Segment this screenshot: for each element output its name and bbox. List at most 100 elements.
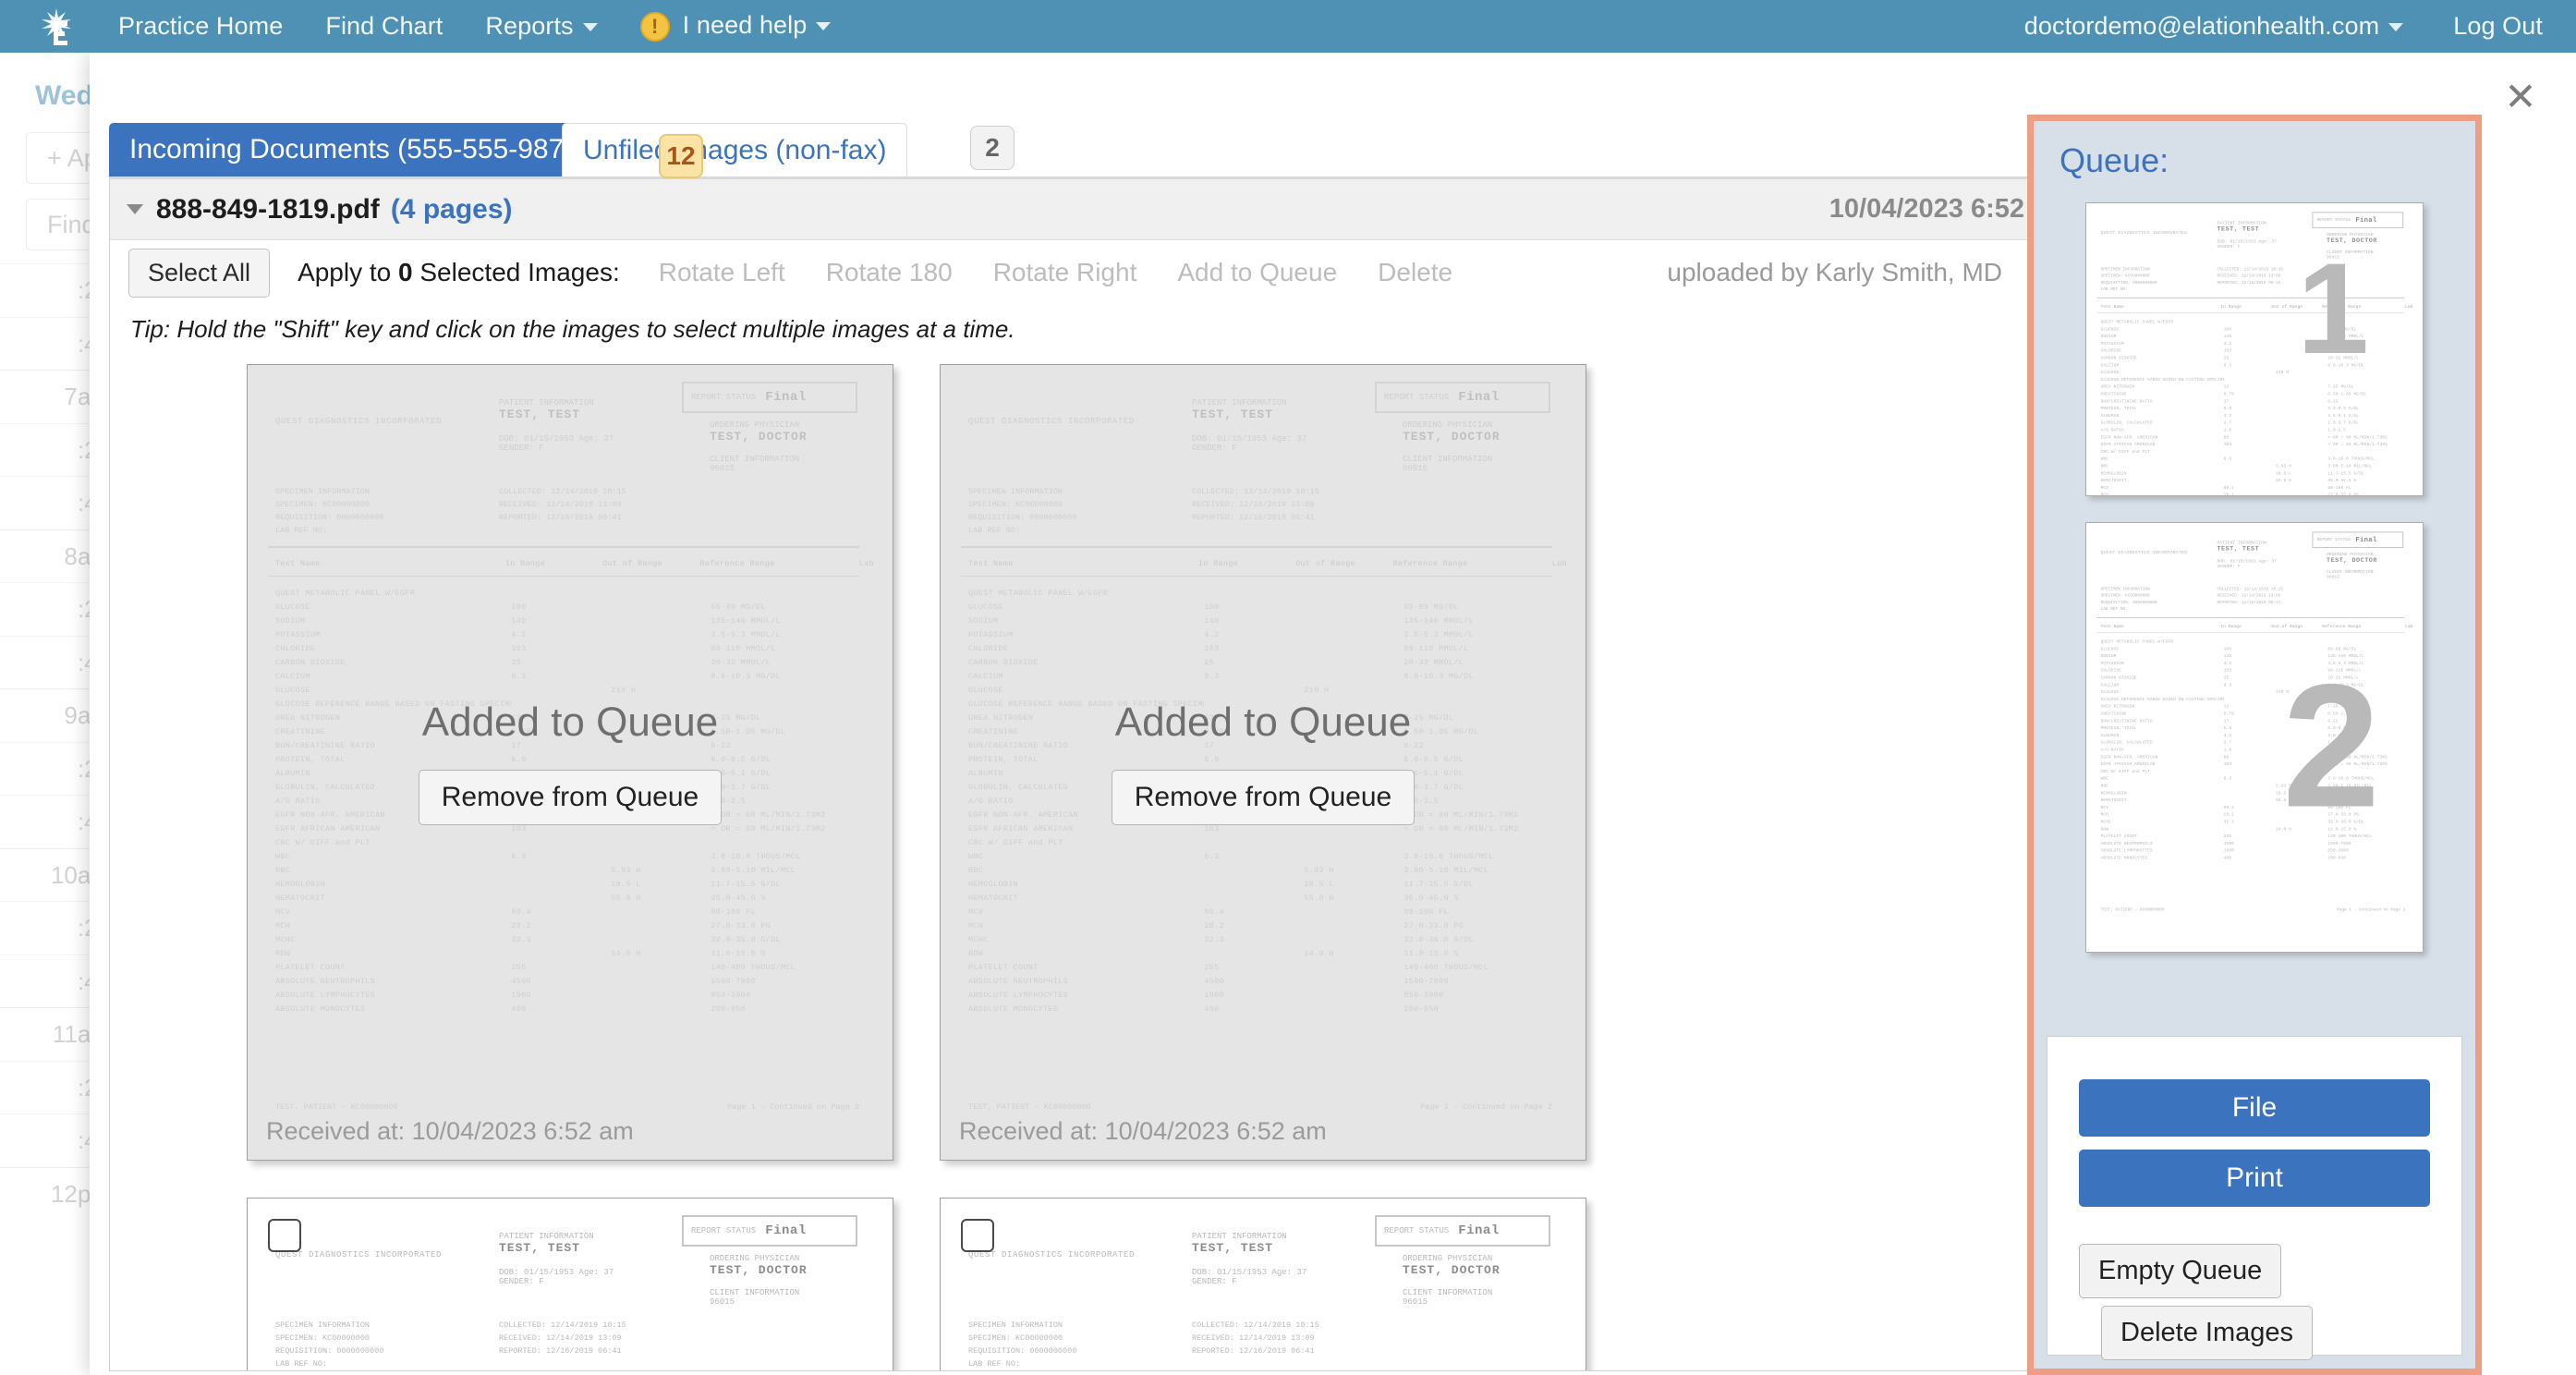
- report-patient-block: PATIENT INFORMATION TEST, TEST DOB: 01/1…: [499, 1232, 614, 1286]
- delete-images-button[interactable]: Delete Images: [2101, 1306, 2313, 1360]
- nav-link-find-chart[interactable]: Find Chart: [325, 12, 443, 41]
- collapse-triangle-icon[interactable]: [127, 204, 143, 214]
- report-reference-range: 6-22: [2327, 398, 2339, 404]
- tab-unfiled-images[interactable]: Unfiled Images (non-fax): [562, 123, 908, 176]
- report-ordering-block: ORDERING PHYSICIAN TEST, DOCTOR CLIENT I…: [2327, 552, 2377, 579]
- nav-link-i-need-help[interactable]: ! I need help: [639, 11, 832, 42]
- select-all-button[interactable]: Select All: [128, 248, 271, 298]
- report-collected-block: COLLECTED: 12/14/2019 10:15 RECEIVED: 12/…: [2217, 266, 2284, 286]
- report-in-range: [2224, 463, 2276, 470]
- report-test-name: EGFR AFRICAN AMERICAN: [2100, 761, 2156, 767]
- document-page-count[interactable]: (4 pages): [391, 194, 513, 225]
- report-out-of-range: [2276, 441, 2327, 448]
- report-patient-gender: GENDER: F: [2217, 564, 2241, 569]
- tab-incoming-documents[interactable]: Incoming Documents (555-555-9875): [109, 123, 609, 176]
- document-page-thumbnail[interactable]: QUEST DIAGNOSTICS INCORPORATED PATIENT I…: [247, 1198, 893, 1370]
- report-out-of-range: [2276, 456, 2327, 463]
- report-specimen-block: SPECIMEN INFORMATION SPECIMEN: KC00000000…: [2100, 266, 2157, 292]
- report-in-range: 6.3: [2223, 776, 2232, 782]
- report-test-name: A/G RATIO: [2100, 427, 2124, 433]
- elation-logo-icon[interactable]: [26, 6, 87, 47]
- close-icon[interactable]: ✕: [2500, 78, 2541, 119]
- account-menu[interactable]: doctordemo@elationhealth.com: [2024, 12, 2404, 41]
- report-out-of-range: [2276, 434, 2327, 442]
- report-test-name: QUEST METABOLIC PANEL W/EGFR: [2100, 639, 2174, 645]
- nav-link-reports[interactable]: Reports: [485, 12, 598, 41]
- rotate-left-button[interactable]: Rotate Left: [659, 258, 785, 287]
- report-reference-range: [2327, 448, 2412, 456]
- report-test-name: MCHC: [2100, 819, 2111, 825]
- remove-from-queue-button[interactable]: Remove from Queue: [418, 770, 723, 825]
- report-test-name: PROTEIN, TOTAL: [2100, 406, 2137, 411]
- delete-button[interactable]: Delete: [1378, 258, 1452, 287]
- document-page-thumbnail[interactable]: QUEST DIAGNOSTICS INCORPORATED PATIENT I…: [247, 364, 893, 1161]
- report-test-name: ABSOLUTE LYMPHOCYTES: [2100, 848, 2153, 854]
- document-page-thumbnail[interactable]: QUEST DIAGNOSTICS INCORPORATED PATIENT I…: [940, 1198, 1586, 1370]
- toolbar-actions: Rotate Left Rotate 180 Rotate Right Add …: [659, 258, 1493, 287]
- report-rule: [2096, 616, 2405, 618]
- page-preview: QUEST DIAGNOSTICS INCORPORATED PATIENT I…: [941, 1199, 1586, 1370]
- report-test-name: QUEST METABOLIC PANEL W/EGFR: [2100, 319, 2174, 325]
- report-collected-block: COLLECTED: 12/14/2019 10:15 RECEIVED: 12/…: [2217, 586, 2284, 605]
- report-row: EGFR NON-AFR. AMERICAN 89 > OR = 60 ML/MIN…: [2101, 434, 2413, 442]
- page-preview: QUEST DIAGNOSTICS INCORPORATED PATIENT I…: [248, 1199, 893, 1370]
- report-col-in-range: In Range: [2220, 624, 2242, 629]
- tab-incoming-documents-label: Incoming Documents (555-555-9875): [129, 134, 589, 164]
- tab-incoming-documents-badge: 12: [659, 134, 703, 178]
- file-button[interactable]: File: [2079, 1079, 2430, 1137]
- print-button[interactable]: Print: [2079, 1150, 2430, 1207]
- report-out-of-range: [2276, 427, 2327, 434]
- queue-thumbnail[interactable]: QUEST DIAGNOSTICS INCORPORATED PATIENT I…: [2085, 522, 2424, 953]
- report-test-name: EGFR NON-AFR. AMERICAN: [2100, 434, 2158, 440]
- report-col-lab: Lab: [2405, 624, 2413, 629]
- report-in-range: 0.79: [2223, 711, 2234, 717]
- report-row: CREATININE 0.79 0.50-1.05 MG/DL: [2101, 391, 2413, 398]
- report-test-name: POTASSIUM: [2100, 341, 2124, 347]
- report-reference-range: 27.0-33.0 PG: [2327, 493, 2360, 496]
- report-test-name: GLUCOSE REFERENCE RANGE BASED ON FASTING…: [2100, 377, 2224, 383]
- report-test-name: MCH: [2100, 493, 2109, 496]
- document-header[interactable]: 888-849-1819.pdf (4 pages) 10/04/2023 6:…: [110, 179, 2113, 240]
- report-in-range: 4.2: [2223, 341, 2232, 347]
- rotate-right-button[interactable]: Rotate Right: [993, 258, 1137, 287]
- thumbnail-checkbox[interactable]: [961, 1219, 994, 1252]
- report-status-value: Final: [1458, 1223, 1500, 1238]
- report-test-name: CHLORIDE: [2100, 668, 2122, 674]
- apply-to-label: Apply to 0 Selected Images:: [298, 258, 620, 287]
- report-patient-gender: GENDER: F: [2217, 244, 2241, 249]
- remove-from-queue-button[interactable]: Remove from Queue: [1111, 770, 1416, 825]
- report-reference-range: 7-25 MG/DL: [2327, 384, 2354, 390]
- empty-queue-button[interactable]: Empty Queue: [2079, 1244, 2282, 1298]
- add-to-queue-button[interactable]: Add to Queue: [1177, 258, 1337, 287]
- report-client-value: 96015: [2327, 574, 2340, 579]
- report-in-range: 6.9: [2223, 725, 2232, 731]
- report-in-range: 4500: [2223, 841, 2234, 846]
- report-out-of-range: [2276, 420, 2327, 427]
- report-in-range: 4.2: [2223, 661, 2232, 666]
- report-in-range: 2.7: [2223, 420, 2232, 426]
- report-in-range: 17: [2223, 718, 2230, 724]
- shift-select-tip: Tip: Hold the "Shift" key and click on t…: [130, 314, 1015, 343]
- report-reference-range: 3.80-5.10 MIL/MCL: [2327, 463, 2373, 469]
- report-test-name: CALCIUM: [2100, 682, 2120, 688]
- report-in-range: 6.9: [2223, 406, 2232, 411]
- added-to-queue-overlay: Added to Queue Remove from Queue: [941, 365, 1586, 1160]
- report-test-name: ALBUMIN: [2100, 413, 2120, 419]
- report-row: HEMATOCRIT 55.8 H 35.0-45.0 %: [2101, 477, 2413, 484]
- report-reference-range: 850-3900: [2327, 848, 2349, 854]
- report-row: ABSOLUTE MONOCYTES 400 200-950: [2101, 855, 2413, 862]
- nav-link-practice-home[interactable]: Practice Home: [118, 12, 283, 41]
- report-test-name: ABSOLUTE MONOCYTES: [2100, 855, 2148, 861]
- thumbnail-checkbox[interactable]: [268, 1219, 301, 1252]
- logout-link[interactable]: Log Out: [2453, 12, 2543, 41]
- report-ordering-value: TEST, DOCTOR: [710, 1263, 808, 1277]
- report-collected-block: COLLECTED: 12/14/2019 10:15 RECEIVED: 12/…: [1192, 1320, 1319, 1356]
- report-reference-range: 1.9-3.7 G/DL: [2327, 420, 2360, 426]
- rotate-180-button[interactable]: Rotate 180: [826, 258, 953, 287]
- report-row: BUN/CREATININE RATIO 17 6-22: [2101, 398, 2413, 406]
- report-test-name: PROTEIN, TOTAL: [2100, 725, 2137, 731]
- document-page-thumbnail[interactable]: QUEST DIAGNOSTICS INCORPORATED PATIENT I…: [940, 364, 1586, 1161]
- report-status-box: REPORT STATUS Final: [1375, 1215, 1550, 1247]
- queue-thumbnail[interactable]: QUEST DIAGNOSTICS INCORPORATED PATIENT I…: [2085, 202, 2424, 496]
- report-reference-range: 0.50-1.05 MG/DL: [2327, 391, 2367, 397]
